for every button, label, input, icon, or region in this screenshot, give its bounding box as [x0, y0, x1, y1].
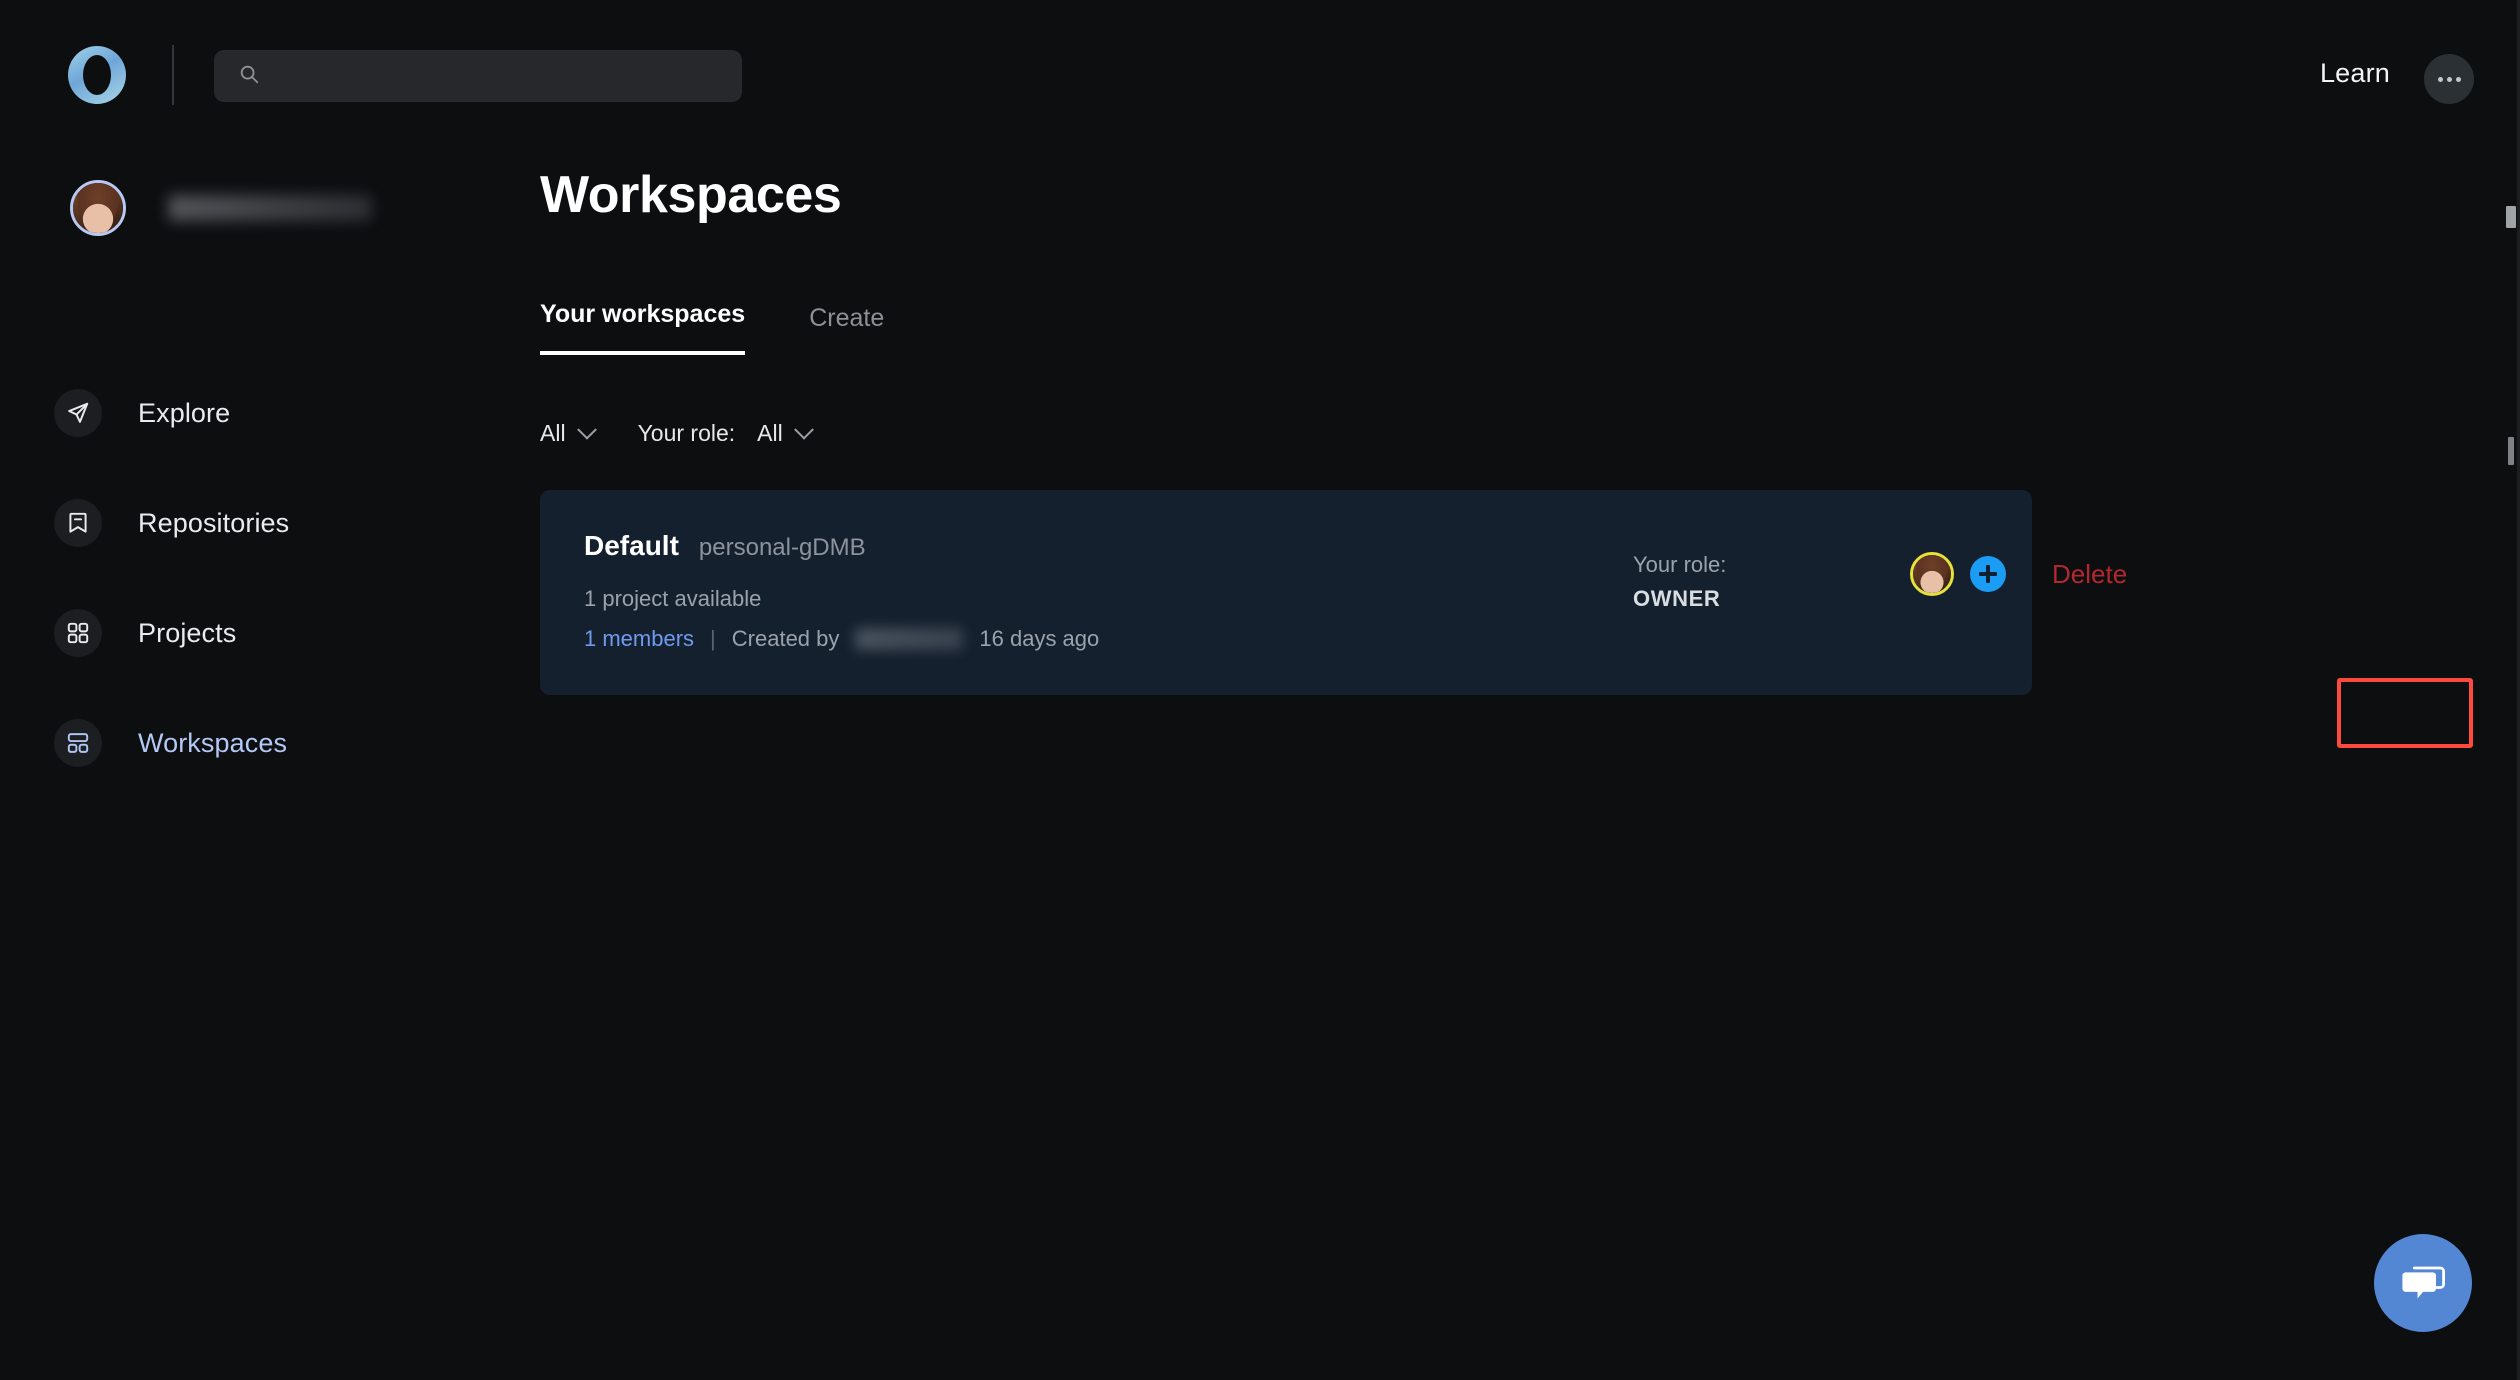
workspace-created-by-label: Created by	[731, 626, 840, 651]
page-title: Workspaces	[540, 166, 842, 224]
chat-support-button[interactable]	[2374, 1234, 2472, 1332]
workspace-info: Default personal-gDMB 1 project availabl…	[584, 530, 1099, 652]
scope-filter-value: All	[540, 420, 566, 446]
sidebar-item-label: Repositories	[138, 507, 290, 538]
ellipsis-icon[interactable]	[2424, 54, 2474, 104]
offscreen-marker-top	[2506, 206, 2516, 228]
bookmark-minus-icon	[54, 499, 102, 547]
meta-separator: |	[710, 626, 716, 651]
learn-link[interactable]: Learn	[2320, 58, 2390, 89]
tab-bar: Your workspaces Create	[540, 300, 884, 355]
member-avatar-image	[1913, 555, 1951, 593]
filter-bar: All Your role: All	[540, 419, 814, 447]
sidebar-item-workspaces[interactable]: Workspaces	[54, 710, 484, 776]
user-avatar[interactable]	[70, 180, 126, 236]
main-content: Workspaces Your workspaces Create All Yo…	[540, 150, 2520, 1380]
workspace-name: Default	[584, 530, 679, 561]
delete-workspace-button[interactable]: Delete	[2048, 553, 2131, 596]
grid-four-icon	[54, 609, 102, 657]
sidebar-item-label: Explore	[138, 397, 231, 428]
header-divider	[172, 45, 174, 105]
dot-3	[2455, 76, 2461, 82]
search-bar[interactable]	[214, 50, 742, 102]
top-bar: Learn	[0, 0, 2520, 150]
search-input[interactable]	[274, 64, 714, 88]
role-filter-label: Your role:	[637, 420, 736, 446]
sidebar: Explore Repositories Projects Workspaces	[0, 150, 540, 1380]
workspace-role-value: OWNER	[1633, 586, 1721, 611]
sidebar-item-projects[interactable]: Projects	[54, 600, 484, 666]
offscreen-marker-bottom	[2508, 437, 2514, 465]
workspace-role-block: Your role: OWNER	[1633, 552, 1726, 612]
layout-dashboard-icon	[54, 719, 102, 767]
workspace-created-age: 16 days ago	[979, 626, 1100, 651]
workspace-role-label: Your role:	[1633, 552, 1727, 577]
search-icon	[238, 63, 260, 90]
sidebar-item-label: Workspaces	[138, 727, 288, 758]
workspace-card[interactable]: Default personal-gDMB 1 project availabl…	[540, 490, 2127, 695]
chat-bubbles-icon	[2397, 1255, 2449, 1312]
avatar-image	[73, 183, 123, 233]
add-member-button[interactable]	[1970, 556, 2006, 592]
dot-2	[2446, 76, 2452, 82]
app-root: Learn Explore Repositories Projects Work…	[0, 0, 2520, 1380]
role-filter-dropdown[interactable]: All	[757, 419, 814, 447]
workspace-members-link[interactable]: 1 members	[584, 626, 694, 652]
dot-1	[2437, 76, 2443, 82]
send-icon	[54, 389, 102, 437]
workspace-meta-row: 1 members | Created by 16 days ago	[584, 626, 1099, 652]
delete-button-highlight-overlay	[2337, 678, 2473, 748]
sidebar-item-explore[interactable]: Explore	[54, 380, 484, 446]
app-logo[interactable]	[68, 46, 126, 104]
workspace-slug: personal-gDMB	[698, 534, 866, 561]
chevron-down-icon	[793, 419, 814, 440]
user-name-redacted	[168, 195, 372, 221]
scope-filter-dropdown[interactable]: All	[540, 419, 597, 447]
sidebar-nav: Explore Repositories Projects Workspaces	[54, 380, 484, 820]
chevron-down-icon	[576, 419, 597, 440]
workspace-actions: Delete	[1910, 552, 2131, 596]
workspace-project-count: 1 project available	[584, 586, 762, 611]
workspace-title-row: Default personal-gDMB	[584, 530, 1099, 562]
tab-your-workspaces[interactable]: Your workspaces	[540, 300, 746, 355]
role-filter-value: All	[757, 420, 783, 446]
circle-ring-logo-icon	[68, 46, 126, 104]
sidebar-item-label: Projects	[138, 617, 237, 648]
logo-inner-hole	[83, 55, 111, 95]
member-avatar[interactable]	[1910, 552, 1954, 596]
sidebar-profile[interactable]	[70, 180, 372, 236]
sidebar-item-repositories[interactable]: Repositories	[54, 490, 484, 556]
workspace-creator-redacted	[855, 628, 964, 650]
tab-create[interactable]: Create	[809, 304, 884, 355]
